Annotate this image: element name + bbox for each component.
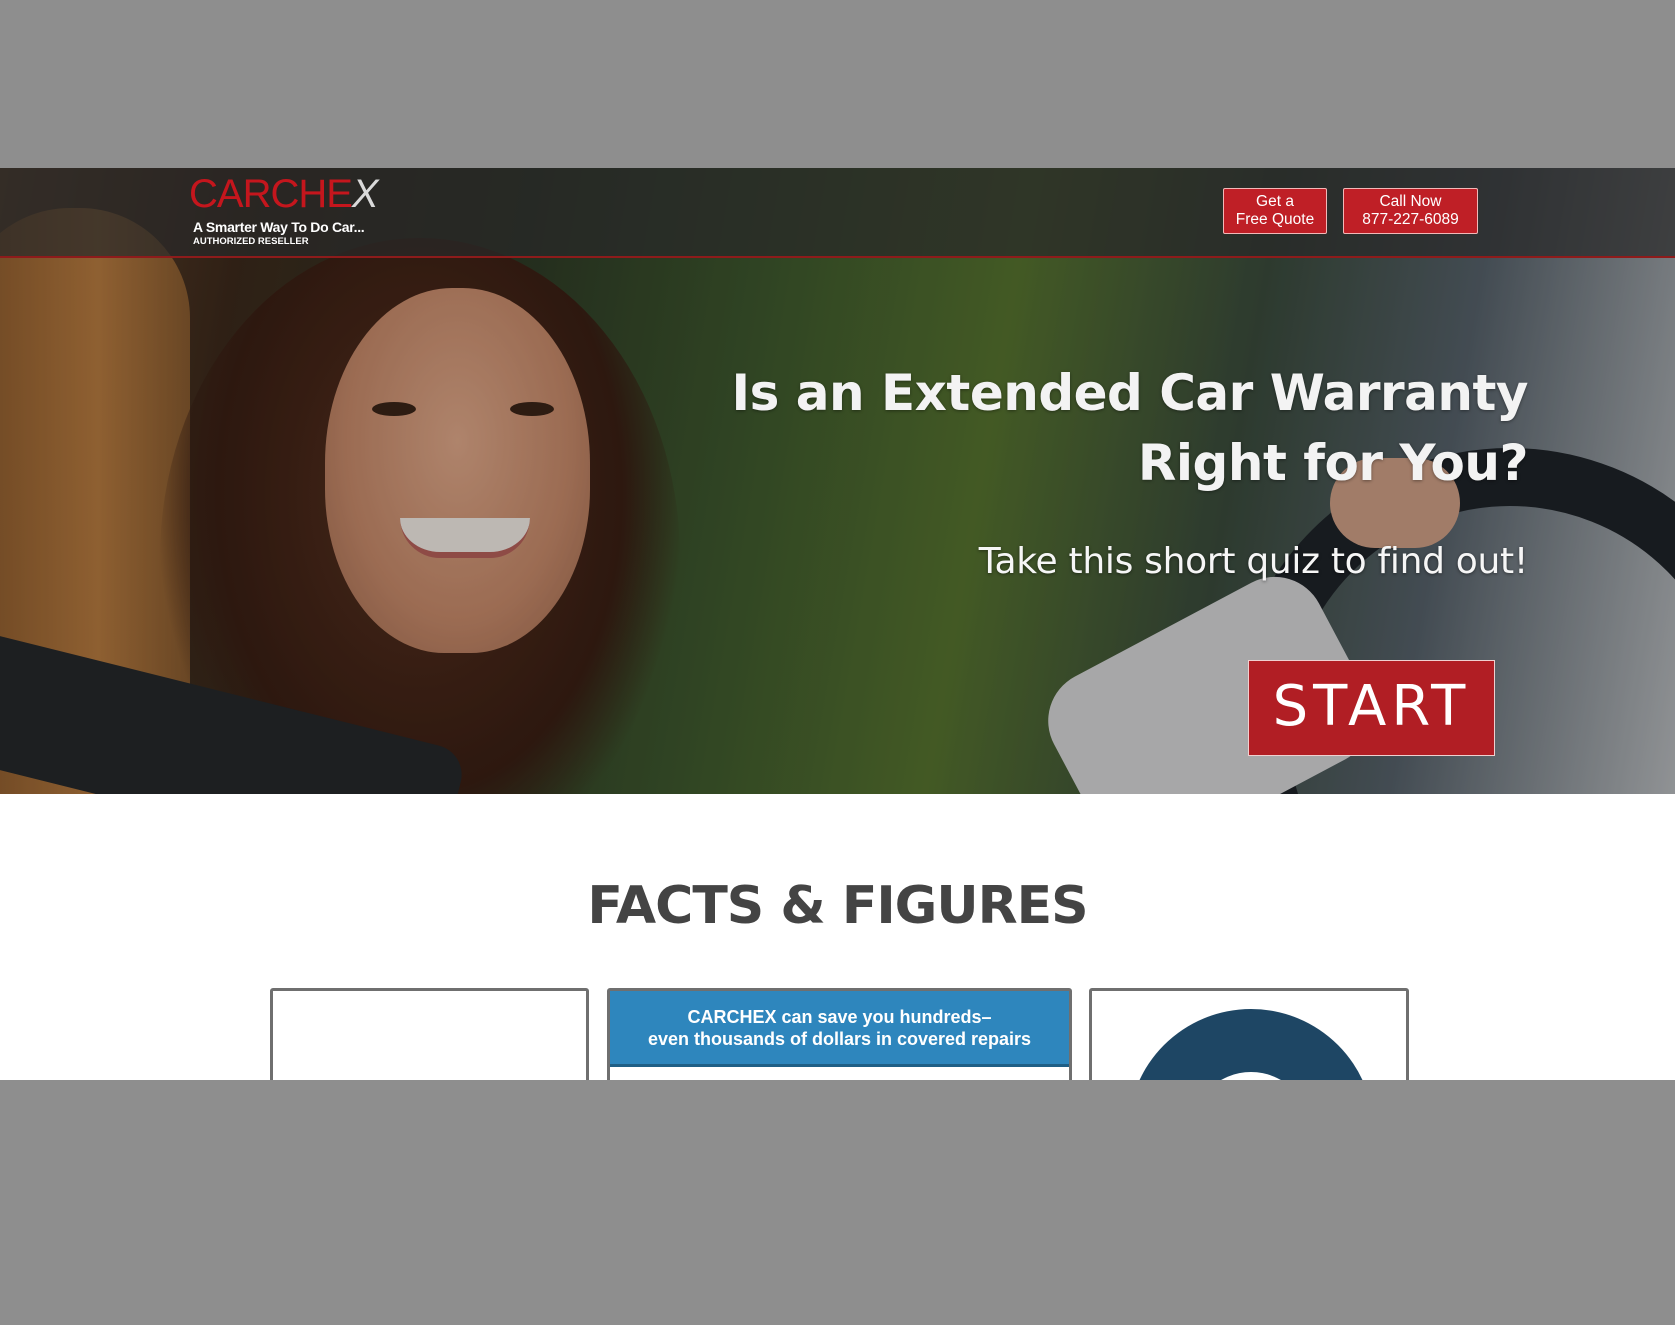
- free-quote-button[interactable]: Get a Free Quote: [1223, 188, 1327, 234]
- savings-banner-line: even thousands of dollars in covered rep…: [647, 1029, 1032, 1049]
- free-quote-label-1: Get a: [1256, 193, 1294, 210]
- phone-number: 877-227-6089: [1362, 211, 1459, 228]
- logo-tagline: A Smarter Way To Do Car...: [193, 219, 365, 235]
- hero-title-line: Is an Extended Car Warranty: [731, 364, 1529, 422]
- savings-banner-line: CARCHEX can save you hundreds–: [687, 1007, 992, 1027]
- hero-subtitle: Take this short quiz to find out!: [978, 541, 1529, 582]
- start-quiz-button[interactable]: START: [1248, 660, 1495, 756]
- hero-title-line: Right for You?: [1137, 434, 1529, 492]
- logo-subtag: AUTHORIZED RESELLER: [193, 236, 309, 247]
- carchex-logo[interactable]: CARCHEX A Smarter Way To Do Car... AUTHO…: [189, 171, 429, 251]
- fact-card-left: [270, 988, 589, 1080]
- fact-card-center: CARCHEX can save you hundreds– even thou…: [607, 988, 1072, 1080]
- donut-chart: [1128, 1009, 1374, 1080]
- hero-title: Is an Extended Car Warranty Right for Yo…: [728, 358, 1529, 498]
- hero-banner: CARCHEX A Smarter Way To Do Car... AUTHO…: [0, 168, 1675, 794]
- fact-card-right: [1089, 988, 1409, 1080]
- top-navbar: CARCHEX A Smarter Way To Do Car... AUTHO…: [0, 168, 1675, 258]
- facts-heading: FACTS & FIGURES: [587, 876, 1088, 936]
- call-now-button[interactable]: Call Now 877-227-6089: [1343, 188, 1478, 234]
- savings-banner: CARCHEX can save you hundreds– even thou…: [610, 991, 1069, 1067]
- page-viewport: CARCHEX A Smarter Way To Do Car... AUTHO…: [0, 168, 1675, 1080]
- free-quote-label-2: Free Quote: [1235, 211, 1315, 228]
- logo-wordmark: CARCHEX: [189, 172, 379, 216]
- donut-chart-hole: [1191, 1072, 1311, 1080]
- call-now-label: Call Now: [1379, 193, 1442, 210]
